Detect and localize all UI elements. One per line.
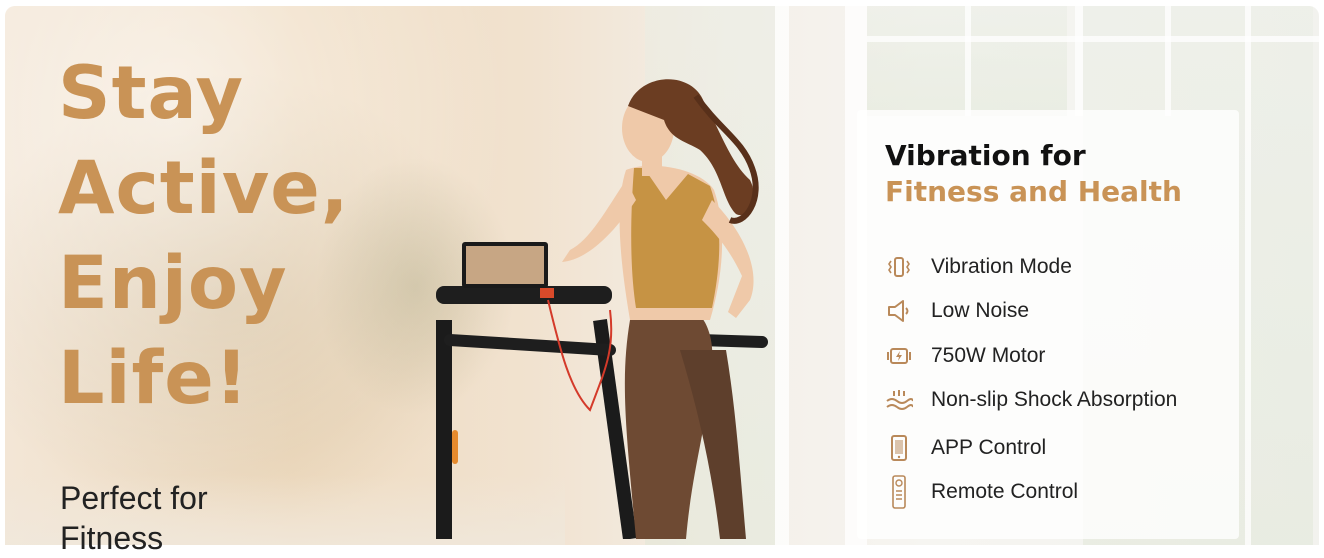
feature-app-control: APP Control [885, 434, 1046, 462]
motor-icon [885, 342, 913, 370]
feature-low-noise: Low Noise [885, 297, 1029, 325]
panel-title: Vibration for Fitness and Health [885, 138, 1182, 210]
speaker-icon [885, 297, 913, 325]
feature-label: APP Control [931, 436, 1047, 459]
feature-label: 750W Motor [931, 344, 1046, 367]
feature-label: Remote Control [931, 480, 1079, 503]
subtitle: Perfect for Fitness [60, 478, 208, 558]
shock-absorption-icon [885, 386, 913, 414]
headline-line-1: Stay [58, 51, 245, 136]
feature-shock-absorption: Non-slip Shock Absorption [885, 386, 1177, 414]
feature-vibration-mode: Vibration Mode [885, 253, 1072, 281]
subtitle-line-1: Perfect for [60, 480, 208, 516]
panel-title-line-2: Fitness and Health [885, 175, 1182, 208]
headline-line-3: Enjoy [58, 241, 288, 326]
headline-line-4: Life! [58, 336, 250, 421]
headline-line-2: Active, [58, 146, 350, 231]
headline: Stay Active, Enjoy Life! [58, 46, 350, 426]
phone-icon [885, 434, 913, 462]
feature-label: Low Noise [931, 299, 1030, 322]
feature-motor: 750W Motor [885, 342, 1045, 370]
vibration-icon [885, 253, 913, 281]
feature-label: Vibration Mode [931, 255, 1072, 278]
runner-treadmill-illustration [436, 79, 768, 539]
feature-remote-control: Remote Control [885, 475, 1079, 509]
panel-title-line-1: Vibration for [885, 139, 1086, 172]
subtitle-line-2: Fitness [60, 520, 164, 556]
remote-icon [885, 475, 913, 509]
feature-label: Non-slip Shock Absorption [931, 388, 1178, 411]
